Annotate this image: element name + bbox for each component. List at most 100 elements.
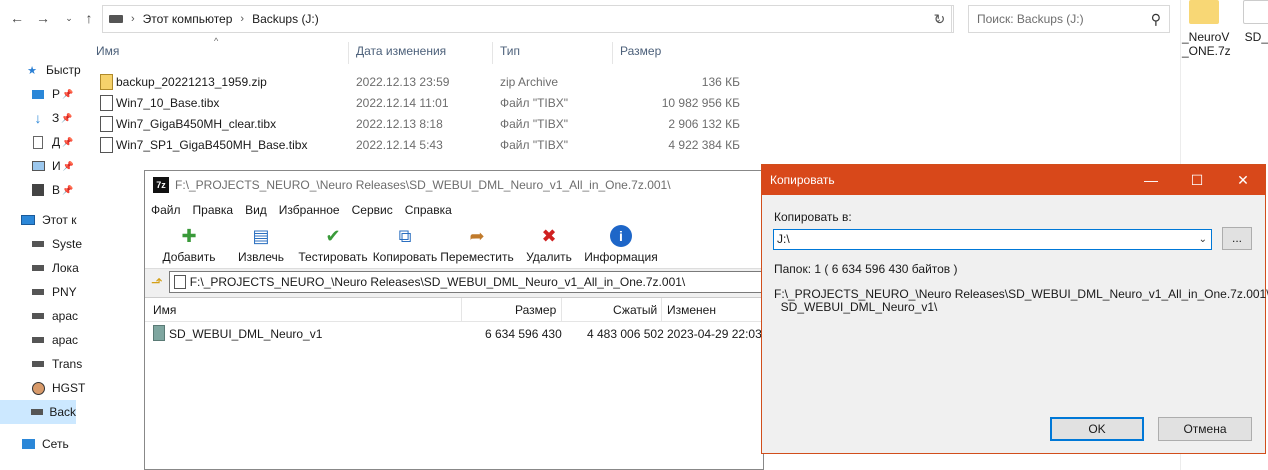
pin-icon: 📌: [62, 88, 74, 99]
file-row[interactable]: Win7_GigaB450MH_clear.tibx 2022.12.13 8:…: [96, 114, 746, 135]
column-divider[interactable]: [348, 42, 349, 64]
delete-button[interactable]: ✖ Удалить: [513, 224, 585, 268]
sidebar-item-quick-access[interactable]: ★ Быстр: [24, 58, 100, 82]
file-icon: [100, 116, 113, 132]
sidebar-item-drive-selected[interactable]: Back: [0, 400, 76, 424]
sidebar-item-images[interactable]: И 📌: [30, 154, 106, 178]
column-header-size[interactable]: Размер: [620, 44, 661, 64]
download-icon: ↓: [34, 110, 42, 126]
extract-icon: ▤: [252, 225, 270, 246]
minimize-icon[interactable]: —: [1128, 165, 1174, 195]
column-divider[interactable]: [461, 298, 462, 322]
file-icon: [100, 95, 113, 111]
sidebar-item-drive[interactable]: Trans: [30, 352, 106, 376]
drive-icon: [30, 333, 46, 347]
address-bar[interactable]: › Этот компьютер › Backups (J:) ⌄: [102, 5, 952, 33]
file-type: Файл "TIBX": [500, 138, 569, 152]
maximize-icon[interactable]: ☐: [1174, 165, 1220, 195]
column-divider[interactable]: [561, 298, 562, 322]
drive-icon: [30, 405, 43, 419]
column-divider[interactable]: [492, 42, 493, 64]
sidebar-item-desktop[interactable]: Р 📌: [30, 82, 106, 106]
copy-button[interactable]: ⧉ Копировать: [369, 224, 441, 268]
star-icon: ★: [27, 64, 37, 77]
sevenzip-list-header: Имя Размер Сжатый Изменен: [145, 298, 763, 322]
refresh-button[interactable]: ↻: [926, 5, 954, 33]
up-folder-icon[interactable]: ⬏: [151, 274, 163, 291]
archive-icon: [173, 275, 186, 289]
copy-to-label: Копировать в:: [774, 210, 852, 224]
move-icon: ➦: [469, 225, 485, 246]
menu-favorites[interactable]: Избранное: [279, 203, 340, 217]
add-button[interactable]: ✚ Добавить: [153, 224, 225, 268]
computer-icon: [20, 213, 36, 227]
ok-button[interactable]: OK: [1050, 417, 1144, 441]
desktop-file-item[interactable]: SD_\: [1236, 0, 1268, 44]
refresh-icon: ↻: [933, 11, 946, 27]
recent-dropdown-icon[interactable]: ⌄: [60, 13, 78, 24]
sidebar-item-documents[interactable]: Д 📌: [30, 130, 106, 154]
drive-icon: [109, 15, 123, 23]
column-header-name[interactable]: Имя: [153, 303, 176, 317]
video-icon: [30, 183, 46, 197]
menu-tools[interactable]: Сервис: [352, 203, 393, 217]
desktop-file-item[interactable]: _NeuroV _ONE.7z: [1182, 0, 1231, 58]
menu-view[interactable]: Вид: [245, 203, 267, 217]
column-header-date[interactable]: Дата изменения: [356, 44, 446, 64]
extract-button[interactable]: ▤ Извлечь: [225, 224, 297, 268]
file-date: 2022.12.13 23:59: [356, 75, 450, 89]
file-size: 4 922 384 КБ: [668, 138, 740, 152]
info-button[interactable]: i Информация: [584, 224, 658, 268]
chevron-down-icon[interactable]: ⌄: [1199, 230, 1207, 249]
sidebar-item-this-pc[interactable]: Этот к: [20, 208, 96, 232]
document-icon: [30, 135, 46, 149]
search-input[interactable]: Поиск: Backups (J:) ⚲: [968, 5, 1170, 33]
search-placeholder: Поиск: Backups (J:): [977, 12, 1084, 26]
breadcrumb-item[interactable]: Этот компьютер: [143, 12, 233, 26]
forward-icon[interactable]: →: [34, 10, 52, 26]
menu-help[interactable]: Справка: [405, 203, 452, 217]
column-header-type[interactable]: Тип: [500, 44, 520, 64]
drive-icon: [30, 357, 46, 371]
folder-icon: [153, 325, 165, 341]
list-item[interactable]: SD_WEBUI_DML_Neuro_v1 6 634 596 430 4 48…: [145, 322, 763, 344]
sidebar-item-videos[interactable]: В 📌: [30, 178, 106, 202]
browse-button[interactable]: ...: [1222, 227, 1252, 250]
pin-icon: 📌: [62, 160, 74, 171]
cancel-button[interactable]: Отмена: [1158, 417, 1252, 441]
menu-edit[interactable]: Правка: [193, 203, 234, 217]
sidebar-item-network[interactable]: Сеть: [20, 432, 96, 456]
file-row[interactable]: Win7_10_Base.tibx 2022.12.14 11:01 Файл …: [96, 93, 746, 114]
sidebar-item-drive[interactable]: apac: [30, 328, 106, 352]
breadcrumb-item[interactable]: Backups (J:): [252, 12, 319, 26]
destination-combobox[interactable]: J:\ ⌄: [773, 229, 1212, 250]
column-header-packed[interactable]: Сжатый: [613, 303, 657, 317]
column-header-modified[interactable]: Изменен: [667, 303, 716, 317]
file-row[interactable]: Win7_SP1_GigaB450MH_Base.tibx 2022.12.14…: [96, 135, 746, 156]
column-header-size[interactable]: Размер: [515, 303, 556, 317]
file-row[interactable]: backup_20221213_1959.zip 2022.12.13 23:5…: [96, 72, 746, 93]
sidebar-item-drive[interactable]: PNY: [30, 280, 106, 304]
column-divider[interactable]: [661, 298, 662, 322]
file-name: backup_20221213_1959.zip: [116, 75, 267, 89]
back-icon[interactable]: ←: [8, 10, 26, 26]
close-icon[interactable]: ✕: [1220, 165, 1266, 195]
menu-file[interactable]: Файл: [151, 203, 181, 217]
sevenzip-path-input[interactable]: F:\_PROJECTS_NEURO_\Neuro Releases\SD_WE…: [168, 271, 763, 293]
sidebar-item-drive[interactable]: Лока: [30, 256, 106, 280]
sidebar-item-drive[interactable]: HGST: [30, 376, 106, 400]
sidebar-item-drive[interactable]: Syste: [30, 232, 106, 256]
test-button[interactable]: ✔ Тестировать: [297, 224, 369, 268]
zip-icon: [100, 74, 113, 90]
chevron-right-icon: ›: [240, 13, 245, 25]
column-header-name[interactable]: Имя: [96, 44, 119, 64]
move-button[interactable]: ➦ Переместить: [440, 224, 514, 268]
sevenzip-file-list: Имя Размер Сжатый Изменен SD_WEBUI_DML_N…: [145, 297, 763, 469]
up-icon[interactable]: ↑: [80, 10, 98, 26]
sevenzip-title-bar: 7z F:\_PROJECTS_NEURO_\Neuro Releases\SD…: [145, 171, 763, 199]
column-divider[interactable]: [612, 42, 613, 64]
chevron-right-icon: ›: [131, 13, 135, 25]
desktop-icon: [30, 87, 46, 101]
sidebar-item-downloads[interactable]: ↓ З 📌: [30, 106, 106, 130]
sidebar-item-drive[interactable]: apac: [30, 304, 106, 328]
